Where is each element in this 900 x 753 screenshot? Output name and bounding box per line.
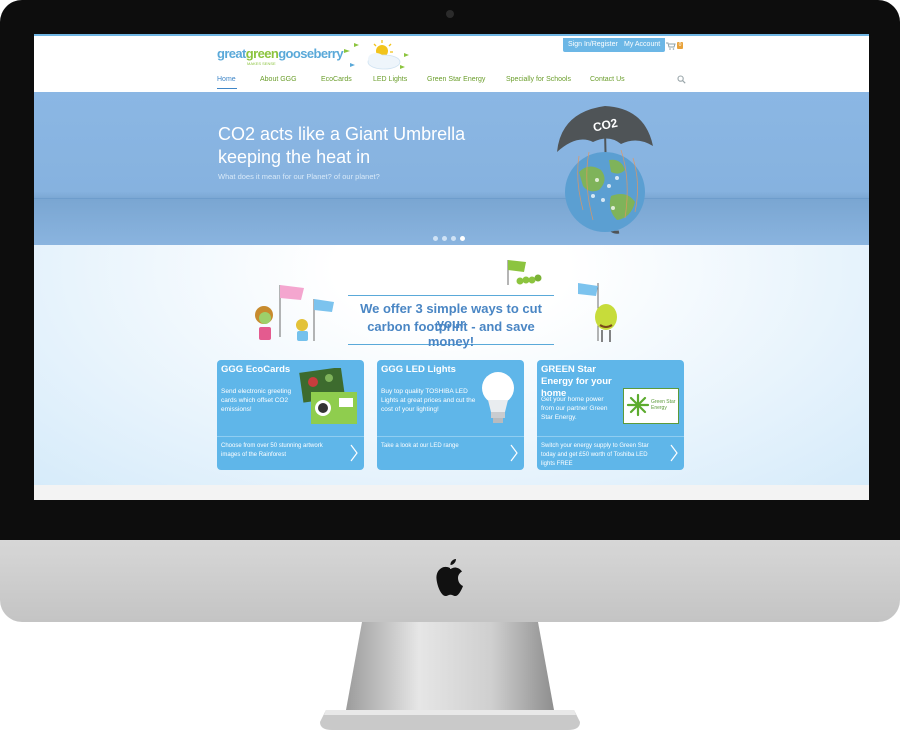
slider-dot-1[interactable] [433, 236, 438, 241]
offer-headline: We offer 3 simple ways to cut your carbo… [348, 295, 554, 349]
horizon-line [34, 198, 869, 199]
slider-dots [433, 228, 469, 246]
nav-about-ggg[interactable]: About GGG [260, 76, 297, 83]
card-green-star-body: Get your home power from our partner Gre… [541, 396, 608, 421]
card-led-lights-title: GGG LED Lights [381, 364, 456, 375]
site-header: greatgreengooseberry MAKES SENSE Sign In… [34, 34, 869, 94]
nav-green-star-energy[interactable]: Green Star Energy [427, 76, 485, 83]
slider-dot-2[interactable] [442, 236, 447, 241]
card-green-star-link[interactable]: Switch your energy supply to Green Star … [541, 442, 659, 469]
nav-specially-for-schools[interactable]: Specially for Schools [506, 76, 571, 83]
led-bulb-image [482, 372, 514, 423]
nav-led-lights[interactable]: LED Lights [373, 76, 407, 83]
sign-in-register-button[interactable]: Sign In/Register [563, 38, 623, 52]
card-divider [377, 436, 524, 437]
slider-dot-3[interactable] [451, 236, 456, 241]
card-ecocards-link[interactable]: Choose from over 50 stunning artwork ima… [221, 442, 339, 460]
nav-ecocards[interactable]: EcoCards [321, 76, 352, 83]
green-star-logo: Green Star Energy [623, 388, 679, 424]
card-divider [537, 436, 684, 437]
browser-screen: greatgreengooseberry MAKES SENSE Sign In… [34, 34, 869, 500]
offer-line2: carbon footprint - and save money! [367, 319, 535, 349]
card-led-lights[interactable]: GGG LED Lights Buy top quality TOSHIBA L… [377, 360, 524, 470]
hero-subtitle: What does it mean for our Planet? of our… [218, 172, 380, 181]
my-account-button[interactable]: My Account [619, 38, 666, 52]
nav-contact-us[interactable]: Contact Us [590, 76, 625, 83]
content-area: We offer 3 simple ways to cut your carbo… [34, 245, 869, 485]
cart-count-badge: 0 [677, 42, 683, 49]
nav-home[interactable]: Home [217, 76, 236, 83]
cart-icon[interactable] [666, 42, 676, 50]
sun-cloud-icon [344, 40, 409, 70]
hero-slider[interactable]: CO2 acts like a Giant Umbrella keeping t… [34, 92, 869, 245]
camera-icon [446, 10, 454, 18]
card-ecocards-body: Send electronic greeting cards which off… [221, 388, 292, 413]
footer-strip [34, 485, 869, 500]
rainforest-card-image [299, 368, 357, 424]
green-star-logo-text: Green Star Energy [651, 399, 676, 411]
chevron-right-icon[interactable] [510, 444, 518, 462]
site-logo[interactable]: greatgreengooseberry [217, 46, 344, 61]
slider-dot-4[interactable] [460, 236, 465, 241]
card-green-star-energy[interactable]: GREEN Star Energy for your home Get your… [537, 360, 684, 470]
card-divider [217, 436, 364, 437]
chevron-right-icon[interactable] [670, 444, 678, 462]
hero-title-line2: keeping the heat in [218, 147, 371, 167]
card-ecocards[interactable]: GGG EcoCards Send electronic greeting ca… [217, 360, 364, 470]
nav-active-indicator [217, 88, 237, 89]
card-led-lights-body: Buy top quality TOSHIBA LED Lights at gr… [381, 388, 476, 413]
logo-tagline: MAKES SENSE [247, 61, 276, 66]
hero-title-line1: CO2 acts like a Giant Umbrella [218, 124, 466, 144]
search-icon[interactable] [677, 75, 686, 84]
card-ecocards-title: GGG EcoCards [221, 364, 291, 375]
apple-logo-icon [436, 559, 463, 596]
chevron-right-icon[interactable] [350, 444, 358, 462]
monitor-stand [320, 622, 580, 730]
green-star-icon [626, 393, 650, 417]
globe-umbrella-illustration: CO2 [557, 106, 653, 234]
card-led-lights-link[interactable]: Take a look at our LED range [381, 442, 499, 451]
